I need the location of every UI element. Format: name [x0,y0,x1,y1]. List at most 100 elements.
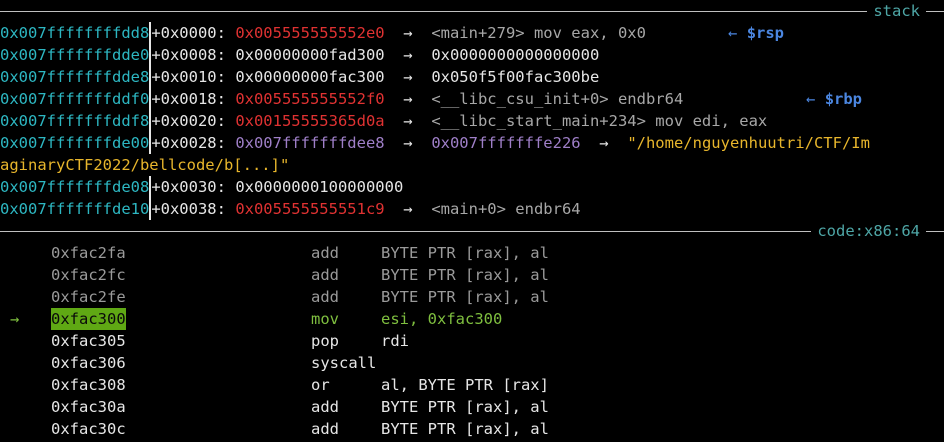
instruction-mnemonic: syscall [311,354,377,372]
register-tag: ← $rbp [806,88,862,110]
stack-offset: +0x0018: [151,90,226,108]
instruction-address: 0xfac308 [51,376,126,394]
disassembly-row[interactable]: 0xfac2fc add BYTE PTR [rax], al [0,264,944,286]
instruction-mnemonic: add [311,420,339,438]
register-arrow-icon: ← [806,90,816,108]
disassembly-row[interactable]: → 0xfac300 mov esi, 0xfac300 [0,308,944,330]
stack-reference: <main+279> mov eax, 0x0 [431,24,646,42]
stack-value: 0x00000000fac300 [235,68,385,86]
instruction-operands: BYTE PTR [rax], al [381,288,549,306]
disassembly-row[interactable]: 0xfac305 pop rdi [0,330,944,352]
stack-string-continuation: aginaryCTF2022/bellcode/b[...]" [0,156,290,174]
instruction-operands: rdi [381,332,409,350]
instruction-address: 0xfac2fc [51,266,126,284]
stack-panel: 0x007ffffffffdd8 +0x0000: 0x005555555552e… [0,22,944,220]
stack-value: 0x005555555551c9 [235,200,385,218]
register-name: $rbp [824,90,863,108]
code-panel: 0xfac2fa add BYTE PTR [rax], al 0xfac2fc add… [0,242,944,440]
code-header-rule [0,231,944,232]
disassembly-row[interactable]: 0xfac2fe add BYTE PTR [rax], al [0,286,944,308]
stack-row[interactable]: 0x007ffffffffdd8 +0x0000: 0x005555555552e… [0,22,944,44]
stack-reference: 0x050f5f00fac300be [431,68,600,86]
register-arrow-icon: ← [728,24,738,42]
stack-address: 0x007fffffffddf0 [0,90,150,108]
stack-value: 0x007fffffffdee8 [235,134,385,152]
instruction-address: 0xfac30a [51,398,126,416]
instruction-address: 0xfac306 [51,354,126,372]
code-header-title: code:x86:64 [811,220,926,242]
stack-row[interactable]: 0x007fffffffde10 +0x0038: 0x005555555551c… [0,198,944,220]
instruction-operands: BYTE PTR [rax], al [381,398,549,416]
code-section-header: code:x86:64 [0,220,944,242]
stack-row[interactable]: 0x007fffffffddf8 +0x0020: 0x00155555365d0… [0,110,944,132]
stack-offset: +0x0008: [151,46,226,64]
stack-reference: 0x0000000000000000 [431,46,600,64]
instruction-operands: BYTE PTR [rax], al [381,244,549,262]
stack-reference: <main+0> endbr64 [431,200,581,218]
instruction-mnemonic: or [311,376,330,394]
stack-reference: <__libc_start_main+234> mov edi, eax [431,112,768,130]
stack-reference: 0x007fffffffe226 [431,134,581,152]
stack-row-continuation: aginaryCTF2022/bellcode/b[...]" [0,154,944,176]
disassembly-row[interactable]: 0xfac2fa add BYTE PTR [rax], al [0,242,944,264]
stack-row[interactable]: 0x007fffffffde08 +0x0030: 0x0000000100000… [0,176,944,198]
stack-row[interactable]: 0x007fffffffde00 +0x0028: 0x007fffffffdee… [0,132,944,154]
deref-arrow-icon: → [403,46,413,64]
deref-arrow-icon: → [599,134,609,152]
stack-value: 0x00000000fad300 [235,46,385,64]
stack-address: 0x007fffffffde08 [0,178,150,196]
instruction-address: 0xfac305 [51,332,126,350]
deref-arrow-icon: → [403,90,413,108]
stack-offset: +0x0010: [151,68,226,86]
stack-offset: +0x0028: [151,134,226,152]
stack-string: "/home/nguyenhuutri/CTF/Im [627,134,870,152]
instruction-mnemonic: mov [311,310,339,328]
instruction-address: 0xfac2fe [51,288,126,306]
instruction-mnemonic: add [311,398,339,416]
stack-offset: +0x0030: [151,178,226,196]
stack-offset: +0x0000: [151,24,226,42]
stack-value: 0x005555555552e0 [235,24,385,42]
disassembly-row[interactable]: 0xfac308 or al, BYTE PTR [rax] [0,374,944,396]
instruction-mnemonic: add [311,288,339,306]
disassembly-row[interactable]: 0xfac30a add BYTE PTR [rax], al [0,396,944,418]
stack-row[interactable]: 0x007fffffffddf0 +0x0018: 0x005555555552f… [0,88,944,110]
stack-value: 0x0000000100000000 [235,178,404,196]
instruction-mnemonic: add [311,244,339,262]
instruction-operands: BYTE PTR [rax], al [381,266,549,284]
stack-row[interactable]: 0x007fffffffdde8 +0x0010: 0x00000000fac30… [0,66,944,88]
stack-value: 0x005555555552f0 [235,90,385,108]
stack-offset: +0x0038: [151,200,226,218]
stack-section-header: stack [0,0,944,22]
stack-address: 0x007ffffffffdd8 [0,24,150,42]
instruction-mnemonic: add [311,266,339,284]
stack-address: 0x007fffffffde00 [0,134,150,152]
stack-header-title: stack [867,0,926,22]
stack-reference: <__libc_csu_init+0> endbr64 [431,90,684,108]
deref-arrow-icon: → [403,200,413,218]
instruction-operands: BYTE PTR [rax], al [381,420,549,438]
instruction-mnemonic: pop [311,332,339,350]
stack-address: 0x007fffffffdde8 [0,68,150,86]
current-instruction-arrow-icon: → [10,310,20,328]
instruction-operands: al, BYTE PTR [rax] [381,376,549,394]
disassembly-row[interactable]: 0xfac30c add BYTE PTR [rax], al [0,418,944,440]
deref-arrow-icon: → [403,24,413,42]
instruction-address: 0xfac30c [51,420,126,438]
stack-offset: +0x0020: [151,112,226,130]
deref-arrow-icon: → [403,112,413,130]
stack-address: 0x007fffffffddf8 [0,112,150,130]
stack-address: 0x007fffffffdde0 [0,46,150,64]
stack-header-rule [0,11,944,12]
deref-arrow-icon: → [403,68,413,86]
register-name: $rsp [746,24,785,42]
instruction-address: 0xfac2fa [51,244,126,262]
register-tag: ← $rsp [728,22,784,44]
disassembly-row[interactable]: 0xfac306 syscall [0,352,944,374]
stack-row[interactable]: 0x007fffffffdde0 +0x0008: 0x00000000fad30… [0,44,944,66]
stack-value: 0x00155555365d0a [235,112,385,130]
instruction-operands: esi, 0xfac300 [381,310,503,328]
deref-arrow-icon: → [403,134,413,152]
stack-address: 0x007fffffffde10 [0,200,150,218]
instruction-address: 0xfac300 [51,308,126,330]
